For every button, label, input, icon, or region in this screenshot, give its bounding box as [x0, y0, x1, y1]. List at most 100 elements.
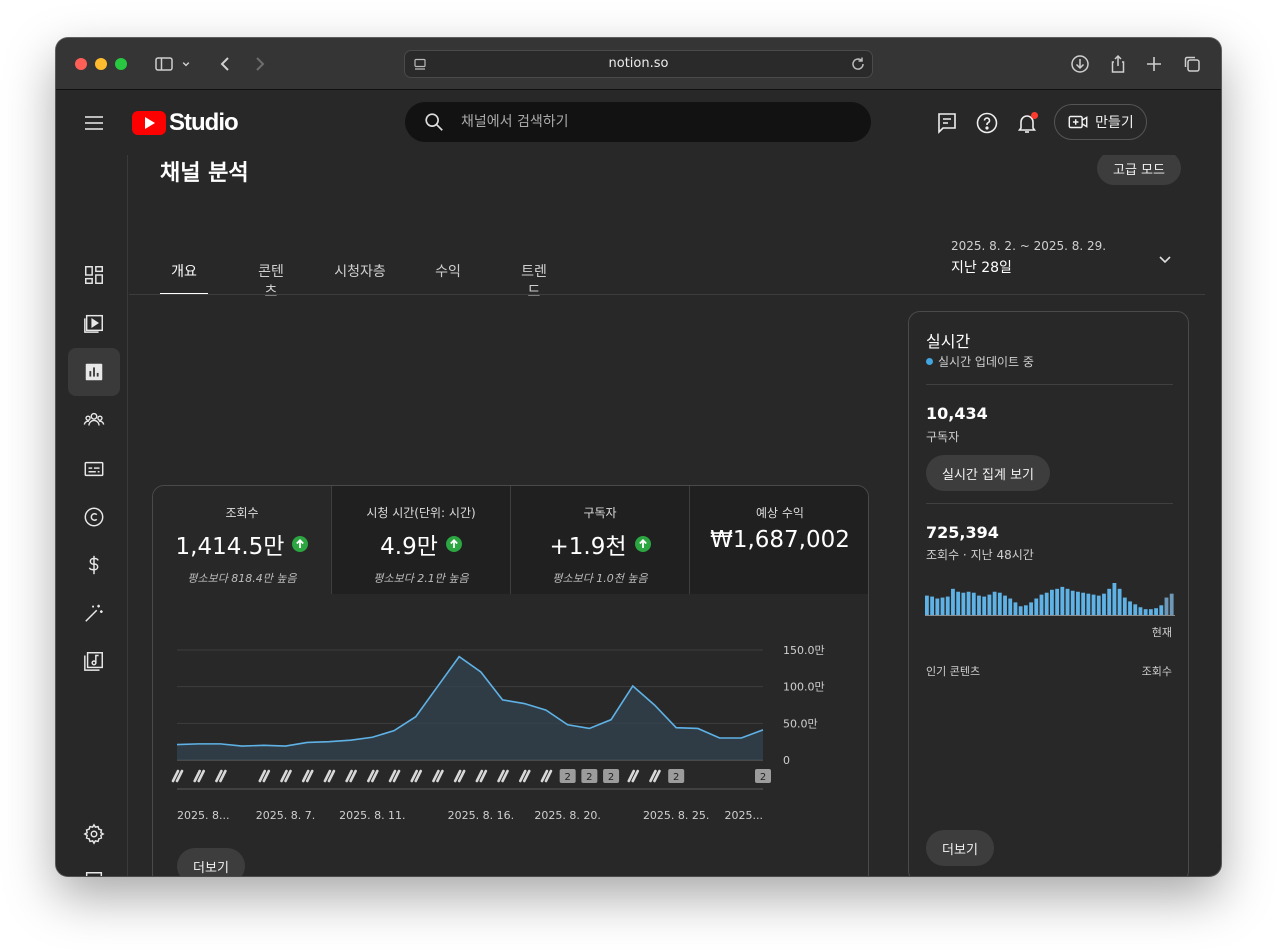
realtime-bar[interactable]	[997, 592, 1002, 615]
realtime-bar[interactable]	[1148, 609, 1153, 615]
realtime-bar[interactable]	[987, 594, 992, 615]
views-chart[interactable]: 150.0만 100.0만 50.0만 0 2 2 2 2 2 2025. 8... 2025. 8…	[153, 594, 869, 844]
realtime-bar[interactable]	[951, 588, 955, 615]
realtime-bar[interactable]	[1102, 593, 1106, 615]
realtime-bar[interactable]	[1055, 588, 1060, 615]
chevron-down-icon[interactable]	[1155, 249, 1175, 269]
reload-icon[interactable]	[850, 56, 866, 72]
realtime-bar[interactable]	[1008, 598, 1013, 615]
search-icon[interactable]	[423, 111, 445, 133]
realtime-bar[interactable]	[1112, 583, 1117, 615]
sidebar-item-audio-library[interactable]	[68, 637, 120, 685]
realtime-bar[interactable]	[1050, 589, 1054, 615]
metric-subscribers[interactable]: 구독자 +1.9천 평소보다 1.0천 높음	[511, 486, 690, 594]
date-period-label[interactable]: 지난 28일	[951, 257, 1012, 277]
advanced-mode-button[interactable]: 고급 모드	[1097, 155, 1181, 185]
feedback-icon[interactable]	[935, 111, 959, 135]
zoom-window-button[interactable]	[115, 58, 127, 70]
download-icon[interactable]	[1068, 52, 1092, 76]
chevron-down-icon[interactable]	[179, 52, 193, 76]
shorts-marker-icon	[367, 769, 379, 783]
realtime-bar[interactable]	[1122, 597, 1127, 615]
realtime-bar[interactable]	[1060, 586, 1065, 615]
minimize-window-button[interactable]	[95, 58, 107, 70]
sidebar-item-content[interactable]	[68, 299, 120, 347]
see-more-button[interactable]: 더보기	[177, 848, 245, 876]
date-range[interactable]: 2025. 8. 2. ~ 2025. 8. 29.	[951, 239, 1106, 253]
back-icon[interactable]	[213, 52, 237, 76]
tab-revenue[interactable]: 수익	[434, 245, 462, 295]
sidebar-item-feedback[interactable]	[68, 857, 120, 876]
sidebar-item-analytics[interactable]	[68, 348, 120, 396]
realtime-bar[interactable]	[1164, 597, 1169, 615]
realtime-aggregate-button[interactable]: 실시간 집계 보기	[926, 455, 1050, 491]
realtime-bar[interactable]	[1039, 594, 1044, 615]
realtime-bar[interactable]	[1013, 602, 1018, 615]
realtime-bar[interactable]	[977, 595, 981, 615]
address-bar[interactable]: notion.so	[404, 50, 873, 78]
close-window-button[interactable]	[75, 58, 87, 70]
sidebar-item-earn[interactable]	[68, 541, 120, 589]
realtime-bar[interactable]	[982, 596, 987, 615]
sidebar-item-copyright[interactable]	[68, 493, 120, 541]
realtime-bar[interactable]	[930, 596, 935, 615]
realtime-bar[interactable]	[1128, 601, 1132, 615]
realtime-bar[interactable]	[940, 597, 945, 615]
sidebar-item-customization[interactable]	[68, 589, 120, 637]
tab-trends[interactable]: 트렌드	[515, 245, 553, 300]
forward-icon[interactable]	[248, 52, 272, 76]
realtime-bar[interactable]	[1076, 591, 1080, 615]
realtime-bar-chart[interactable]	[925, 574, 1175, 616]
studio-logo[interactable]: Studio	[132, 108, 239, 138]
create-button[interactable]: 만들기	[1054, 104, 1147, 140]
realtime-bar[interactable]	[1159, 605, 1164, 615]
realtime-bar[interactable]	[971, 592, 976, 615]
share-icon[interactable]	[1106, 52, 1130, 76]
sidebar-toggle-icon[interactable]	[152, 52, 176, 76]
sidebar-item-settings[interactable]	[68, 810, 120, 858]
realtime-bar[interactable]	[1143, 609, 1148, 615]
tab-content[interactable]: 콘텐츠	[252, 245, 290, 300]
tab-audience[interactable]: 시청자층	[334, 245, 386, 295]
tab-overview-icon[interactable]	[1180, 52, 1204, 76]
realtime-bar[interactable]	[961, 592, 966, 615]
realtime-bar[interactable]	[1065, 588, 1070, 615]
help-icon[interactable]	[975, 111, 999, 135]
arrow-up-icon	[292, 536, 309, 552]
realtime-see-more-button[interactable]: 더보기	[926, 830, 994, 866]
sidebar-item-dashboard[interactable]	[68, 251, 120, 299]
realtime-bar[interactable]	[956, 591, 961, 615]
metric-revenue[interactable]: 예상 수익 ₩1,687,002	[690, 486, 868, 594]
realtime-bar[interactable]	[1018, 606, 1023, 615]
realtime-bar[interactable]	[1086, 593, 1091, 615]
metric-views[interactable]: 조회수 1,414.5만 평소보다 818.4만 높음	[153, 486, 332, 594]
realtime-bar[interactable]	[1138, 607, 1143, 615]
realtime-bar[interactable]	[1081, 592, 1086, 615]
realtime-bar[interactable]	[992, 591, 997, 615]
realtime-bar[interactable]	[1169, 593, 1174, 615]
realtime-bar[interactable]	[925, 595, 929, 615]
realtime-bar[interactable]	[1003, 595, 1007, 615]
search-input[interactable]	[461, 102, 841, 142]
menu-icon[interactable]	[82, 111, 106, 135]
realtime-bar[interactable]	[1133, 604, 1138, 615]
notifications-icon[interactable]	[1015, 111, 1039, 135]
tab-overview[interactable]: 개요	[160, 245, 208, 295]
realtime-bar[interactable]	[945, 596, 950, 615]
realtime-bar[interactable]	[1117, 588, 1122, 615]
realtime-bar[interactable]	[1154, 608, 1158, 615]
realtime-bar[interactable]	[1091, 594, 1096, 615]
realtime-bar[interactable]	[1023, 605, 1028, 615]
sidebar-item-community[interactable]	[68, 396, 120, 444]
realtime-bar[interactable]	[966, 591, 971, 615]
realtime-bar[interactable]	[1044, 592, 1049, 615]
realtime-bar[interactable]	[1096, 595, 1101, 615]
new-tab-icon[interactable]	[1142, 52, 1166, 76]
realtime-bar[interactable]	[1034, 598, 1039, 615]
realtime-bar[interactable]	[1029, 602, 1033, 615]
realtime-bar[interactable]	[1107, 588, 1112, 615]
realtime-bar[interactable]	[1070, 590, 1075, 615]
sidebar-item-subtitles[interactable]	[68, 445, 120, 493]
realtime-bar[interactable]	[935, 598, 940, 615]
metric-watch-time[interactable]: 시청 시간(단위: 시간) 4.9만 평소보다 2.1만 높음	[332, 486, 511, 594]
